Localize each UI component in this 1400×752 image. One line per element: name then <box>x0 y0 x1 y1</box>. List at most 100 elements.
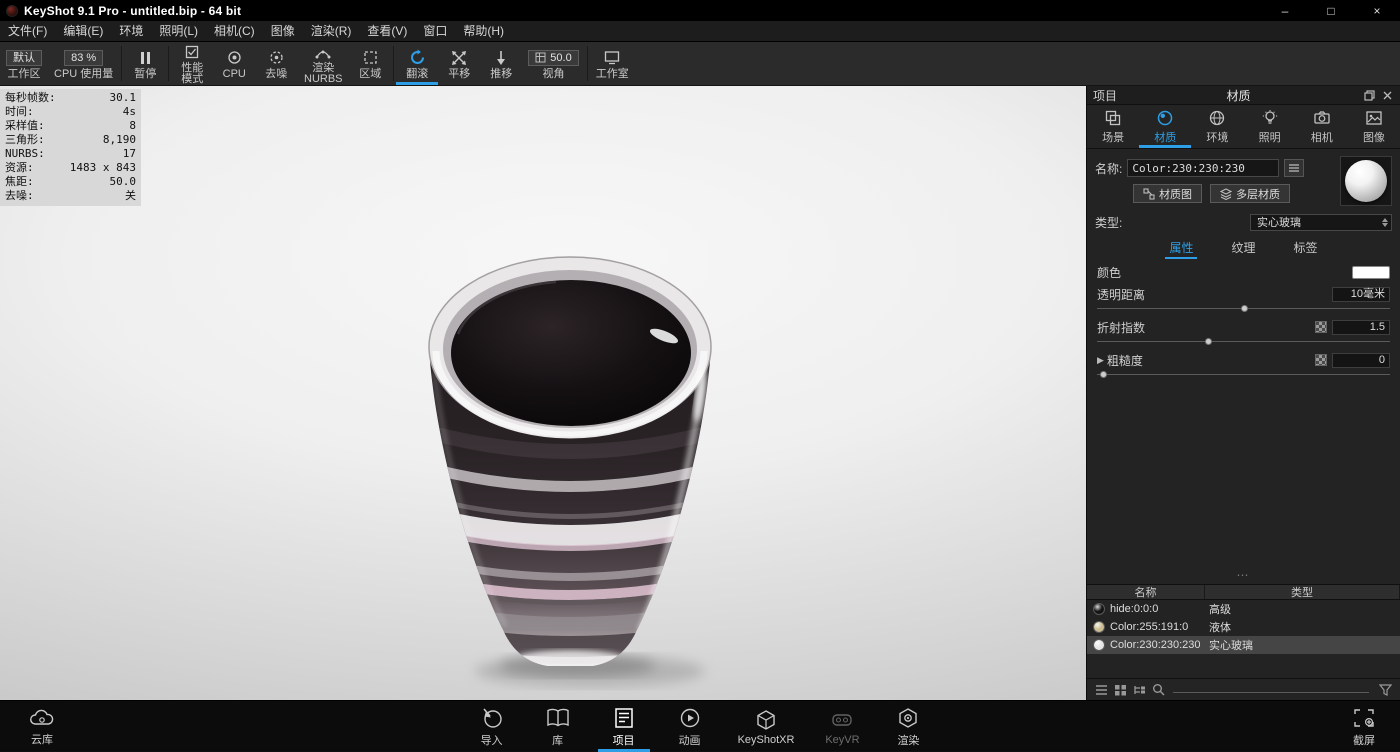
list-view-icon[interactable] <box>1095 684 1108 696</box>
studio-icon <box>604 49 620 66</box>
menu-help[interactable]: 帮助(H) <box>455 21 512 42</box>
close-button[interactable]: × <box>1354 0 1400 21</box>
dolly-button[interactable]: 推移 <box>480 42 522 85</box>
color-property-row: 颜色 <box>1087 263 1400 281</box>
performance-mode-button[interactable]: 性能模式 <box>171 42 213 85</box>
subtab-properties[interactable]: 属性 <box>1165 239 1197 259</box>
stat-nurbs: NURBS:17 <box>5 147 136 161</box>
transparency-value[interactable]: 10毫米 <box>1332 287 1390 302</box>
tab-lighting[interactable]: 照明 <box>1244 105 1296 148</box>
denoise-button[interactable]: 去噪 <box>255 42 297 85</box>
tab-scene[interactable]: 场景 <box>1087 105 1139 148</box>
search-icon[interactable] <box>1152 683 1165 696</box>
maximize-button[interactable]: □ <box>1308 0 1354 21</box>
color-picker-icon[interactable] <box>1284 159 1304 177</box>
refraction-value[interactable]: 1.5 <box>1332 320 1390 335</box>
texture-map-icon[interactable] <box>1315 354 1327 366</box>
cpu-button[interactable]: CPU <box>213 42 255 85</box>
menu-lighting[interactable]: 照明(L) <box>151 21 206 42</box>
toolbar-separator <box>587 46 588 81</box>
lighting-icon <box>1261 109 1279 127</box>
image-icon <box>1365 109 1383 127</box>
menu-image[interactable]: 图像 <box>263 21 303 42</box>
cpu-usage-selector[interactable]: 83 % CPU 使用量 <box>48 42 119 85</box>
material-preview[interactable] <box>1340 156 1392 206</box>
multi-material-button[interactable]: 多层材质 <box>1210 184 1290 203</box>
animation-button[interactable]: 动画 <box>664 701 716 752</box>
workspace-value[interactable]: 默认 <box>6 50 42 66</box>
library-button[interactable]: 库 <box>532 701 584 752</box>
project-panel: 项目 材质 场景 材质 环境 照明 <box>1086 86 1400 700</box>
tab-environment[interactable]: 环境 <box>1191 105 1243 148</box>
column-name[interactable]: 名称 <box>1087 585 1205 599</box>
color-swatch[interactable] <box>1352 266 1390 279</box>
material-type-select[interactable]: 实心玻璃 <box>1250 214 1392 231</box>
material-row-selected[interactable]: Color:230:230:230 实心玻璃 <box>1087 636 1400 654</box>
subtab-textures[interactable]: 纹理 <box>1227 239 1259 259</box>
region-icon <box>363 49 378 66</box>
tab-image[interactable]: 图像 <box>1348 105 1400 148</box>
material-row[interactable]: hide:0:0:0 高级 <box>1087 600 1400 618</box>
stat-triangles: 三角形:8,190 <box>5 133 136 147</box>
roughness-label: 粗糙度 <box>1107 352 1143 369</box>
denoise-icon <box>269 49 284 66</box>
toolbar-separator <box>168 46 169 81</box>
slider-knob[interactable] <box>1100 371 1107 378</box>
grid-view-icon[interactable] <box>1114 684 1127 696</box>
filter-icon[interactable] <box>1379 684 1392 696</box>
cpu-usage-value[interactable]: 83 % <box>64 50 103 66</box>
render-nurbs-button[interactable]: 渲染NURBS <box>297 42 349 85</box>
keyvr-button[interactable]: KeyVR <box>816 701 868 752</box>
material-swatch-icon <box>1093 639 1105 651</box>
studio-button[interactable]: 工作室 <box>590 42 635 85</box>
animation-icon <box>678 707 702 729</box>
screenshot-button[interactable]: 截屏 <box>1338 701 1390 752</box>
slider-track <box>1097 374 1390 375</box>
select-spinner-icon <box>1382 218 1388 227</box>
tumble-button[interactable]: 翻滚 <box>396 42 438 85</box>
tree-view-icon[interactable] <box>1133 684 1146 696</box>
search-input[interactable] <box>1173 692 1369 693</box>
disclosure-icon[interactable]: ▶ <box>1097 355 1104 366</box>
camera-icon <box>1313 109 1331 127</box>
fov-value-box[interactable]: 50.0 <box>528 50 578 66</box>
workspace-selector[interactable]: 默认 工作区 <box>0 42 48 85</box>
material-row[interactable]: Color:255:191:0 液体 <box>1087 618 1400 636</box>
subtab-labels[interactable]: 标签 <box>1290 239 1322 259</box>
import-icon <box>480 707 504 729</box>
tab-material[interactable]: 材质 <box>1139 105 1191 148</box>
menu-camera[interactable]: 相机(C) <box>206 21 263 42</box>
render-button[interactable]: 渲染 <box>882 701 934 752</box>
column-type[interactable]: 类型 <box>1205 585 1400 599</box>
slider-knob[interactable] <box>1241 305 1248 312</box>
texture-map-icon[interactable] <box>1315 321 1327 333</box>
minimize-button[interactable]: – <box>1262 0 1308 21</box>
tab-camera[interactable]: 相机 <box>1296 105 1348 148</box>
keyshotxr-button[interactable]: KeyShotXR <box>730 701 803 752</box>
menu-environment[interactable]: 环境 <box>111 21 151 42</box>
import-button[interactable]: 导入 <box>466 701 518 752</box>
pan-icon <box>451 49 467 66</box>
menu-file[interactable]: 文件(F) <box>0 21 55 42</box>
pause-icon <box>141 49 150 66</box>
property-subtabs: 属性 纹理 标签 <box>1087 239 1400 259</box>
material-graph-button[interactable]: 材质图 <box>1133 184 1202 203</box>
material-name-input[interactable] <box>1127 159 1279 177</box>
pan-button[interactable]: 平移 <box>438 42 480 85</box>
panel-close-icon[interactable] <box>1378 87 1396 103</box>
pause-button[interactable]: 暂停 <box>124 42 166 85</box>
slider-knob[interactable] <box>1205 338 1212 345</box>
viewport-canvas[interactable]: 每秒帧数:30.1 时间:4s 采样值:8 三角形:8,190 NURBS:17… <box>0 86 1086 700</box>
menu-view[interactable]: 查看(V) <box>359 21 415 42</box>
menu-render[interactable]: 渲染(R) <box>303 21 360 42</box>
panel-splitter[interactable]: ⋯ <box>1087 570 1400 580</box>
undock-icon[interactable] <box>1360 87 1378 103</box>
fov-control[interactable]: 50.0 视角 <box>522 42 584 85</box>
roughness-value[interactable]: 0 <box>1332 353 1390 368</box>
name-label: 名称: <box>1095 160 1122 177</box>
transparency-slider <box>1097 304 1390 314</box>
region-button[interactable]: 区域 <box>349 42 391 85</box>
menu-window[interactable]: 窗口 <box>415 21 455 42</box>
menu-edit[interactable]: 编辑(E) <box>55 21 111 42</box>
project-button[interactable]: 项目 <box>598 701 650 752</box>
